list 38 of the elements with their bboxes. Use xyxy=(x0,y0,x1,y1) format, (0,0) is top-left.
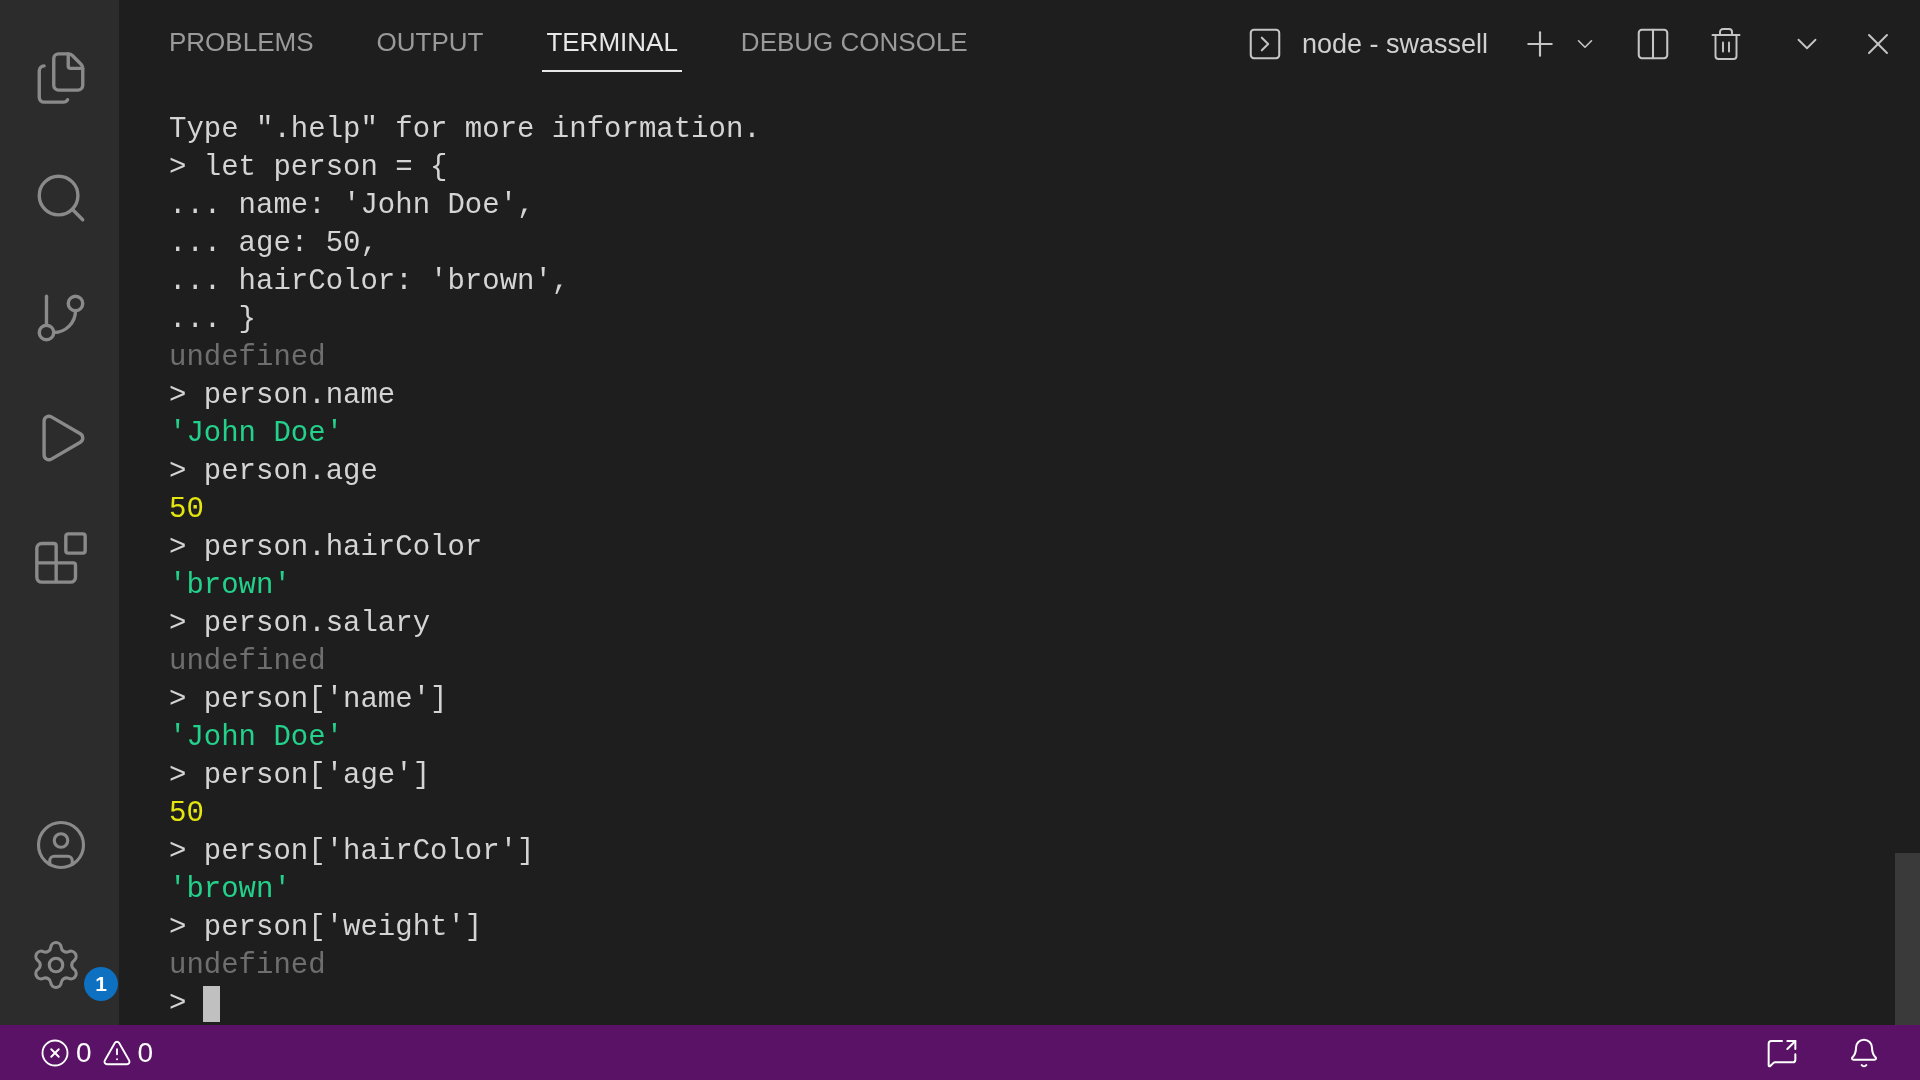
text-cursor xyxy=(203,986,221,1022)
terminal-line: undefined xyxy=(169,644,326,680)
error-count[interactable]: 0 xyxy=(76,1036,92,1069)
terminal-line: 'brown' xyxy=(169,568,291,604)
terminal-line: 'brown' xyxy=(169,872,291,908)
terminal-line: ... } xyxy=(169,302,256,338)
terminal-line: ... name: 'John Doe', xyxy=(169,188,535,224)
panel-tab[interactable]: OUTPUT xyxy=(372,16,488,72)
error-icon xyxy=(40,1037,70,1068)
terminal-line: > let person = { xyxy=(169,150,448,186)
terminal-line: 'John Doe' xyxy=(169,416,344,452)
terminal-line: > person.age xyxy=(169,454,378,490)
terminal-line: > person['weight'] xyxy=(169,910,483,946)
terminal-line: 50 xyxy=(169,796,204,832)
terminal-line: undefined xyxy=(169,948,326,984)
terminal-prompt: > xyxy=(169,986,187,1022)
account-icon[interactable] xyxy=(34,818,88,872)
panel-tab[interactable]: DEBUG CONSOLE xyxy=(736,16,972,72)
panel-tab[interactable]: TERMINAL xyxy=(542,16,682,72)
terminal-line: undefined xyxy=(169,340,326,376)
terminal-name[interactable]: node - swassell xyxy=(1301,28,1488,60)
terminal-line: 50 xyxy=(169,492,204,528)
terminal-line: > person.hairColor xyxy=(169,530,483,566)
extensions-icon[interactable] xyxy=(32,529,90,587)
terminal-line: ... hairColor: 'brown', xyxy=(169,264,570,300)
terminal-line: > person.salary xyxy=(169,606,431,642)
terminal-line: 'John Doe' xyxy=(169,720,344,756)
notification-badge: 1 xyxy=(84,967,118,1001)
terminal-line: > person.name xyxy=(169,378,396,414)
terminal-line: > person['hairColor'] xyxy=(169,834,535,870)
notification-icon[interactable] xyxy=(1848,1036,1880,1069)
terminal-line: > person['age'] xyxy=(169,758,431,794)
warning-count[interactable]: 0 xyxy=(137,1036,154,1069)
terminal-line: > person['name'] xyxy=(169,682,448,718)
terminal-line: ... age: 50, xyxy=(169,226,378,262)
scrollbar[interactable] xyxy=(1895,853,1920,1025)
panel-tab[interactable]: PROBLEMS xyxy=(165,16,318,72)
terminal-line: Type ".help" for more information. xyxy=(169,112,761,148)
